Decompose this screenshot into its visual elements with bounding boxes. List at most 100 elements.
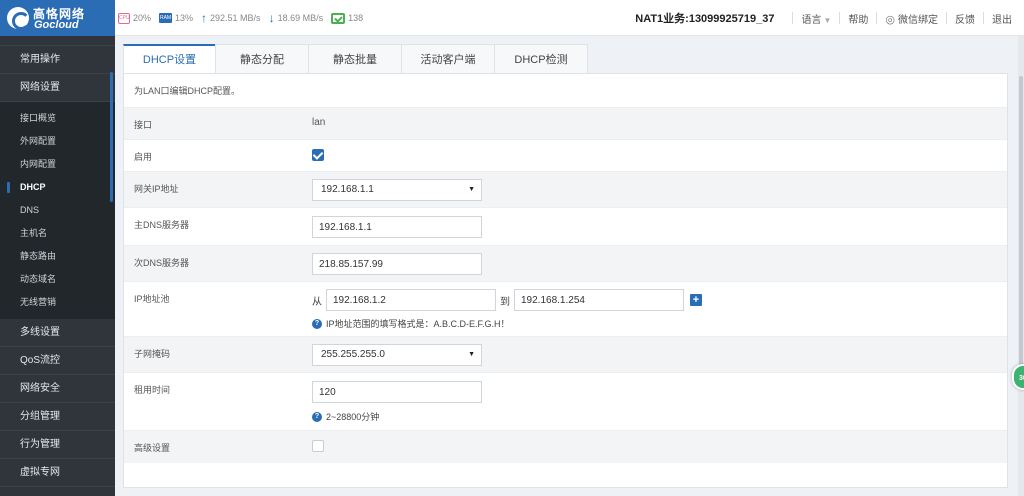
netmask-selected-value: 255.255.255.0 — [321, 349, 385, 360]
tab-bar: DHCP设置 静态分配 静态批量 活动客户端 DHCP检测 — [123, 44, 588, 74]
cloud-logo-icon — [7, 7, 30, 30]
page-scrollbar[interactable] — [1018, 36, 1024, 496]
interface-value: lan — [312, 117, 326, 128]
dropdown-arrow-icon: ▼ — [468, 186, 475, 193]
row-interface: 接口 lan — [124, 108, 1007, 140]
sidebar-subitem-ddns[interactable]: 动态域名 — [0, 268, 115, 291]
sidebar-subitem-dns[interactable]: DNS — [0, 199, 115, 222]
sidebar-item-qos[interactable]: QoS流控 — [0, 347, 115, 375]
enable-checkbox[interactable] — [312, 149, 324, 161]
sidebar-subitem-wan[interactable]: 外网配置 — [0, 130, 115, 153]
download-value: 18.69 MB/s — [277, 13, 324, 23]
sidebar-subitem-lan[interactable]: 内网配置 — [0, 153, 115, 176]
sidebar-item-multiline[interactable]: 多线设置 — [0, 319, 115, 347]
interface-label: 接口 — [134, 120, 153, 130]
upload-value: 292.51 MB/s — [210, 13, 261, 23]
header-menu: NAT1业务:13099925719_37 语言 ▼ 帮助 ◎ 微信绑定 反馈 退出 — [635, 0, 1024, 36]
question-icon: ? — [312, 411, 322, 422]
tab-static-batch[interactable]: 静态批量 — [308, 44, 402, 74]
ip-pool-end-input[interactable] — [514, 289, 684, 311]
floating-speed-ball[interactable]: 30 — [1012, 364, 1024, 390]
sidebar-subitem-static-route[interactable]: 静态路由 — [0, 245, 115, 268]
help-link[interactable]: 帮助 — [848, 11, 868, 26]
ram-value: 13% — [175, 13, 194, 23]
sidebar-subitem-wireless-marketing[interactable]: 无线营销 — [0, 291, 115, 314]
sidebar-item-common[interactable]: 常用操作 — [0, 46, 115, 74]
gateway-select[interactable]: 192.168.1.1 ▼ — [312, 179, 482, 201]
system-status: CPU 20% RAM 13% ↑ 292.51 MB/s ↓ 18.69 MB… — [118, 11, 371, 25]
download-rate: ↓ 18.69 MB/s — [268, 11, 324, 25]
sidebar-subitem-hostname[interactable]: 主机名 — [0, 222, 115, 245]
ip-pool-start-input[interactable] — [326, 289, 496, 311]
connections-monitor-icon — [331, 12, 346, 24]
row-netmask: 子网掩码 255.255.255.0 ▼ — [124, 337, 1007, 373]
upload-arrow-icon: ↑ — [201, 11, 208, 25]
sidebar-subitem-interface-overview[interactable]: 接口概览 — [0, 107, 115, 130]
advanced-checkbox-wrap — [312, 440, 324, 455]
tab-dhcp-settings[interactable]: DHCP设置 — [123, 44, 216, 74]
gateway-selected-value: 192.168.1.1 — [321, 184, 374, 195]
language-label: 语言 — [801, 14, 822, 26]
secondary-dns-input[interactable] — [312, 253, 482, 275]
tab-active-clients[interactable]: 活动客户端 — [401, 44, 495, 74]
row-primary-dns: 主DNS服务器 — [124, 208, 1007, 246]
sidebar-item-hidden — [0, 36, 115, 46]
row-secondary-dns: 次DNS服务器 — [124, 246, 1007, 282]
ram-usage: RAM 13% — [159, 13, 193, 23]
row-gateway: 网关IP地址 192.168.1.1 ▼ — [124, 172, 1007, 208]
sidebar-subitem-dhcp[interactable]: DHCP — [0, 176, 115, 199]
sidebar-item-security[interactable]: 网络安全 — [0, 375, 115, 403]
top-bar: 高恪网络 Gocloud CPU 20% RAM 13% ↑ 292.51 MB… — [0, 0, 1024, 36]
chevron-down-icon: ▼ — [823, 15, 832, 25]
main-content: DHCP设置 静态分配 静态批量 活动客户端 DHCP检测 为LAN口编辑DHC… — [123, 44, 1008, 488]
primary-dns-input[interactable] — [312, 216, 482, 238]
row-advanced: 高级设置 — [124, 431, 1007, 463]
logout-link[interactable]: 退出 — [992, 11, 1012, 26]
sidebar-submenu-network: 接口概览 外网配置 内网配置 DHCP DNS 主机名 静态路由 动态域名 无线… — [0, 102, 115, 319]
advanced-checkbox[interactable] — [312, 440, 324, 452]
row-lease-time: 租用时间 ? 2~28800分钟 — [124, 373, 1007, 431]
primary-dns-label: 主DNS服务器 — [134, 220, 190, 230]
header-divider — [876, 12, 878, 24]
sidebar-item-behavior[interactable]: 行为管理 — [0, 431, 115, 459]
wechat-bind-link[interactable]: ◎ 微信绑定 — [885, 11, 938, 26]
ip-pool-to-label: 到 — [500, 296, 510, 308]
header-divider — [839, 12, 841, 24]
sidebar-scrollbar[interactable] — [110, 72, 113, 202]
header-divider — [983, 12, 984, 24]
lease-time-label: 租用时间 — [134, 385, 171, 395]
lease-time-input[interactable] — [312, 381, 482, 403]
ip-pool-from-label: 从 — [312, 296, 322, 308]
sidebar-item-groups[interactable]: 分组管理 — [0, 403, 115, 431]
account-label: NAT1业务:13099925719_37 — [635, 13, 775, 25]
tab-dhcp-detection[interactable]: DHCP检测 — [494, 44, 588, 74]
dropdown-arrow-icon: ▼ — [468, 351, 475, 358]
dhcp-settings-panel: 为LAN口编辑DHCP配置。 接口 lan 启用 网关IP地址 192.168.… — [123, 73, 1008, 488]
lease-time-hint-text: 2~28800分钟 — [326, 412, 380, 422]
sidebar-item-network[interactable]: 网络设置 — [0, 74, 115, 102]
sidebar-item-vpn[interactable]: 虚拟专网 — [0, 459, 115, 487]
download-arrow-icon: ↓ — [268, 11, 275, 25]
cpu-value: 20% — [133, 13, 152, 23]
netmask-select[interactable]: 255.255.255.0 ▼ — [312, 344, 482, 366]
feedback-link[interactable]: 反馈 — [955, 11, 975, 26]
secondary-dns-label: 次DNS服务器 — [134, 258, 190, 268]
question-icon: ? — [312, 318, 322, 329]
ram-icon: RAM — [159, 13, 173, 23]
connection-count: 138 — [331, 12, 363, 24]
wechat-label: 微信绑定 — [898, 14, 938, 26]
panel-description: 为LAN口编辑DHCP配置。 — [124, 74, 1007, 108]
row-enable: 启用 — [124, 140, 1007, 172]
page-scrollbar-thumb[interactable] — [1019, 76, 1023, 376]
sidebar: 常用操作 网络设置 接口概览 外网配置 内网配置 DHCP DNS 主机名 静态… — [0, 36, 115, 496]
upload-rate: ↑ 292.51 MB/s — [201, 11, 261, 25]
header-divider — [792, 12, 794, 24]
tab-static-allocation[interactable]: 静态分配 — [215, 44, 309, 74]
enable-label: 启用 — [134, 152, 153, 162]
advanced-label: 高级设置 — [134, 443, 171, 453]
cpu-icon: CPU — [118, 12, 130, 24]
enable-checkbox-wrap — [312, 149, 324, 164]
brand-logo[interactable]: 高恪网络 Gocloud — [0, 0, 115, 36]
add-range-button[interactable]: + — [690, 294, 702, 306]
language-menu[interactable]: 语言 ▼ — [801, 11, 831, 26]
